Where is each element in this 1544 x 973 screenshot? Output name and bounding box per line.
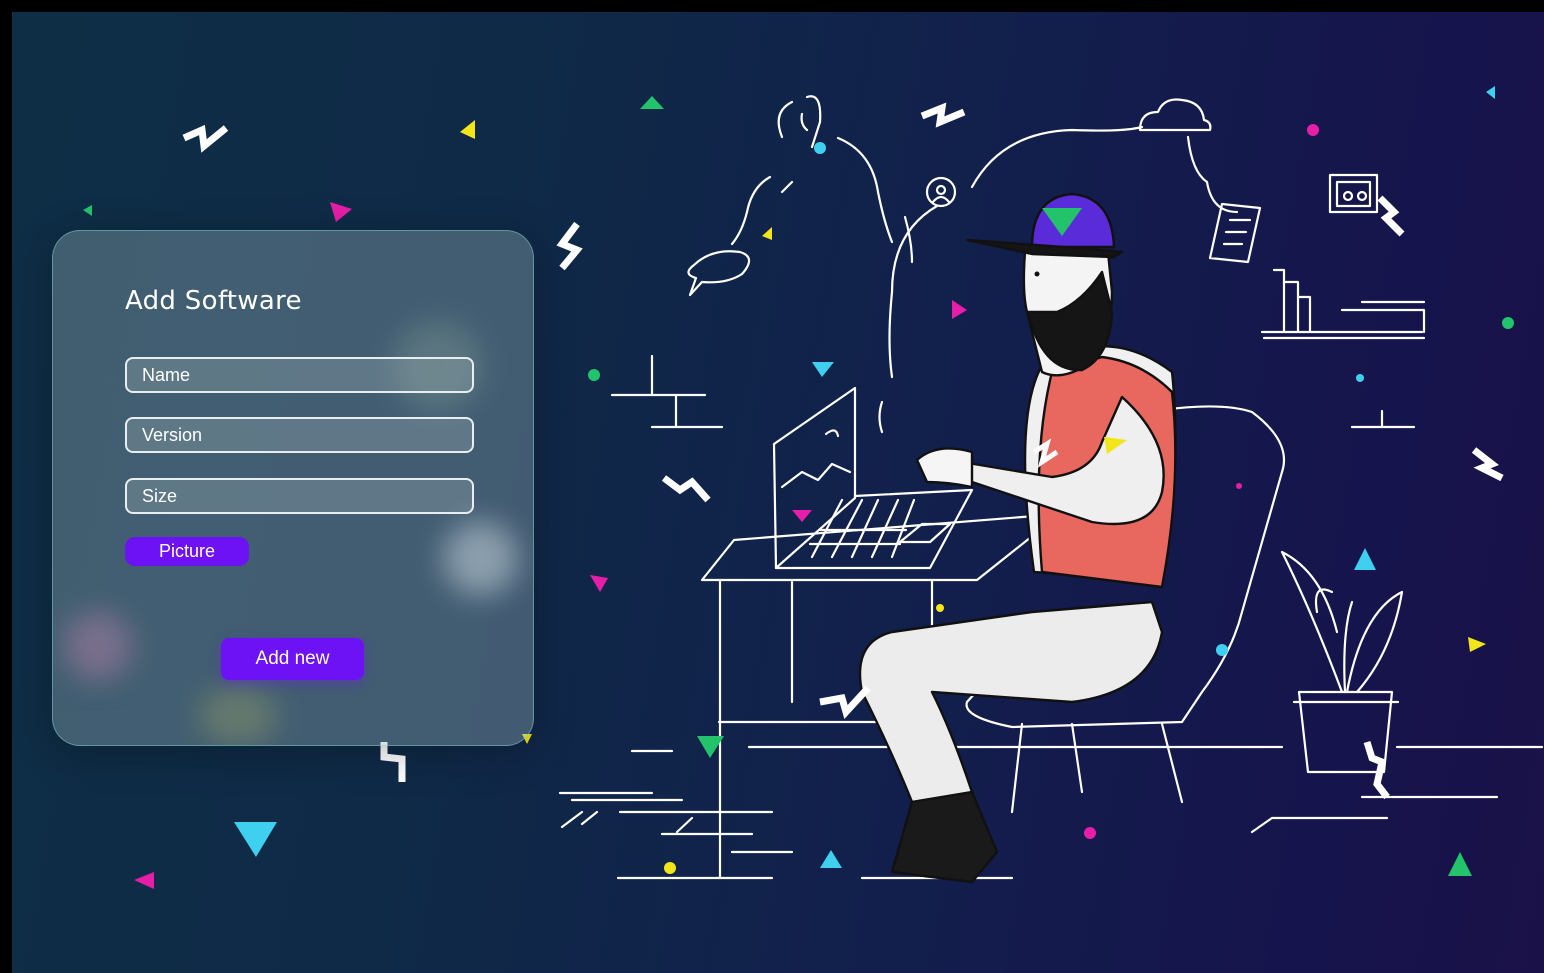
page-background: Add Software Picture Add new — [12, 12, 1544, 973]
picture-button[interactable]: Picture — [125, 537, 249, 566]
add-new-button[interactable]: Add new — [221, 638, 364, 680]
size-input[interactable] — [125, 478, 474, 514]
version-input[interactable] — [125, 417, 474, 453]
form-title: Add Software — [125, 286, 302, 316]
background-blob — [198, 686, 278, 745]
background-blob — [63, 611, 133, 681]
background-blob — [443, 521, 518, 596]
add-software-card: Add Software Picture Add new — [52, 230, 534, 746]
name-input[interactable] — [125, 357, 474, 393]
